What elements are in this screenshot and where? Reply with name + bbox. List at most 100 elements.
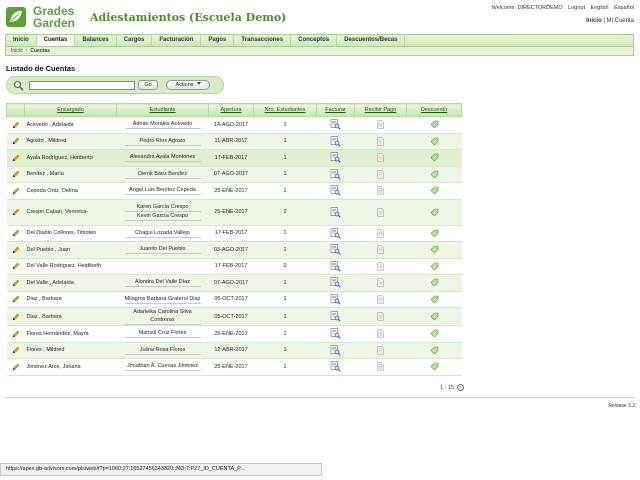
receipt-icon[interactable] bbox=[376, 153, 385, 162]
espanol-link[interactable]: Español bbox=[614, 5, 634, 11]
receipt-icon[interactable] bbox=[376, 245, 385, 254]
receipt-icon[interactable] bbox=[376, 229, 385, 238]
pencil-icon[interactable] bbox=[12, 346, 20, 354]
discount-tag-icon[interactable] bbox=[430, 346, 439, 355]
logout-link[interactable]: Logout bbox=[568, 5, 585, 11]
pencil-icon[interactable] bbox=[12, 137, 20, 145]
invoice-magnifier-icon[interactable] bbox=[330, 135, 341, 147]
student-link[interactable]: Karen García Crespo bbox=[124, 203, 201, 212]
tab-pagos[interactable]: Pagos bbox=[201, 35, 235, 46]
pencil-icon[interactable] bbox=[12, 279, 20, 287]
pencil-icon[interactable] bbox=[12, 330, 20, 338]
pencil-icon[interactable] bbox=[12, 246, 20, 254]
discount-tag-icon[interactable] bbox=[430, 208, 439, 217]
student-link[interactable]: Adarleika Carolina Silva Contreras bbox=[124, 308, 201, 325]
discount-tag-icon[interactable] bbox=[430, 186, 439, 195]
student-link[interactable]: Angel Luis Benítez Cepeda bbox=[124, 186, 201, 196]
invoice-magnifier-icon[interactable] bbox=[330, 152, 341, 163]
discount-tag-icon[interactable] bbox=[430, 278, 439, 287]
receipt-icon[interactable] bbox=[376, 278, 385, 287]
receipt-icon[interactable] bbox=[376, 186, 385, 195]
discount-tag-icon[interactable] bbox=[430, 245, 439, 254]
pencil-icon[interactable] bbox=[12, 295, 20, 303]
header-estudiante[interactable]: Estudiante bbox=[116, 103, 209, 117]
invoice-magnifier-icon[interactable] bbox=[330, 244, 341, 255]
tab-balances[interactable]: Balances bbox=[75, 35, 117, 46]
pencil-icon[interactable] bbox=[12, 154, 20, 162]
receipt-icon[interactable] bbox=[376, 362, 385, 371]
receipt-icon[interactable] bbox=[376, 295, 385, 304]
discount-tag-icon[interactable] bbox=[430, 262, 439, 271]
invoice-magnifier-icon[interactable] bbox=[330, 185, 341, 196]
student-link[interactable]: Pedro Ríos Agosto bbox=[124, 137, 201, 146]
discount-tag-icon[interactable] bbox=[430, 170, 439, 179]
go-button[interactable]: Go bbox=[138, 80, 158, 90]
logo[interactable]: Grades Garden bbox=[5, 4, 85, 32]
header-encargado[interactable]: Encargado bbox=[24, 103, 117, 117]
student-link[interactable]: Chagui Lozada Vallejo bbox=[124, 229, 201, 238]
discount-tag-icon[interactable] bbox=[430, 153, 439, 162]
invoice-magnifier-icon[interactable] bbox=[330, 361, 341, 372]
invoice-magnifier-icon[interactable] bbox=[330, 260, 341, 272]
tab-inicio[interactable]: Inicio bbox=[6, 35, 37, 46]
student-link[interactable]: Kevin García Crespo bbox=[124, 212, 201, 221]
my-account-link[interactable]: Mi Cuenta bbox=[607, 18, 634, 24]
english-link[interactable]: English bbox=[591, 5, 609, 11]
student-link[interactable]: Marisol Cruz Flores bbox=[124, 329, 201, 339]
receipt-icon[interactable] bbox=[376, 346, 385, 355]
header-descuento[interactable]: Descuento bbox=[406, 103, 462, 117]
pencil-icon[interactable] bbox=[12, 187, 20, 195]
invoice-magnifier-icon[interactable] bbox=[330, 119, 341, 130]
invoice-magnifier-icon[interactable] bbox=[330, 206, 341, 218]
tab-facturaci-n[interactable]: Facturación bbox=[152, 35, 202, 46]
student-link[interactable]: Julina Rosa Flores bbox=[124, 346, 201, 355]
student-link[interactable]: Juanito Del Pueblo bbox=[124, 245, 201, 255]
header-apertura[interactable]: Apertura bbox=[208, 103, 254, 117]
receipt-icon[interactable] bbox=[376, 262, 385, 271]
pencil-icon[interactable] bbox=[12, 262, 20, 270]
student-link[interactable]: Derrik Báez Benítez bbox=[124, 170, 201, 179]
discount-tag-icon[interactable] bbox=[430, 295, 439, 304]
discount-tag-icon[interactable] bbox=[430, 229, 439, 238]
discount-tag-icon[interactable] bbox=[430, 329, 439, 338]
pencil-icon[interactable] bbox=[12, 208, 20, 216]
student-link[interactable]: Alexandra Ayala Montones bbox=[124, 153, 201, 163]
discount-tag-icon[interactable] bbox=[430, 120, 439, 129]
invoice-magnifier-icon[interactable] bbox=[330, 328, 341, 339]
home-link[interactable]: Inicio bbox=[586, 18, 602, 24]
receipt-icon[interactable] bbox=[376, 312, 385, 321]
receipt-icon[interactable] bbox=[376, 137, 385, 146]
student-link[interactable]: Milagros Barbara Graterol Diaz bbox=[124, 295, 201, 304]
tab-conceptos[interactable]: Conceptos bbox=[291, 35, 338, 46]
actions-button[interactable]: Actions bbox=[166, 80, 210, 90]
discount-tag-icon[interactable] bbox=[430, 362, 439, 371]
invoice-magnifier-icon[interactable] bbox=[330, 311, 341, 322]
student-link[interactable]: Alondra Del Valle Díaz bbox=[124, 278, 201, 288]
tab-transacciones[interactable]: Transacciones bbox=[234, 35, 292, 46]
header-recibir-pago[interactable]: Recibir Pago bbox=[354, 103, 407, 117]
receipt-icon[interactable] bbox=[376, 120, 385, 129]
pencil-icon[interactable] bbox=[12, 363, 20, 371]
pencil-icon[interactable] bbox=[12, 121, 20, 129]
header-facturar[interactable]: Facturar bbox=[316, 103, 355, 117]
pencil-icon[interactable] bbox=[12, 229, 20, 237]
student-link[interactable]: Jonathan A. Cuevas Jiménez bbox=[124, 362, 201, 372]
breadcrumb-home[interactable]: Inicio bbox=[11, 48, 23, 54]
receipt-icon[interactable] bbox=[376, 207, 385, 217]
invoice-magnifier-icon[interactable] bbox=[330, 168, 341, 180]
invoice-magnifier-icon[interactable] bbox=[330, 344, 341, 356]
student-link[interactable]: Adrián Morales Acevedo bbox=[124, 120, 201, 130]
discount-tag-icon[interactable] bbox=[430, 312, 439, 321]
search-input[interactable] bbox=[29, 81, 135, 90]
invoice-magnifier-icon[interactable] bbox=[330, 293, 341, 305]
tab-descuentos-becas[interactable]: Descuentos/Becas bbox=[337, 35, 406, 46]
pencil-icon[interactable] bbox=[12, 313, 20, 321]
invoice-magnifier-icon[interactable] bbox=[330, 277, 341, 288]
discount-tag-icon[interactable] bbox=[430, 137, 439, 146]
receipt-icon[interactable] bbox=[376, 170, 385, 179]
header-nro-estudiantes[interactable]: Nro. Estudiantes bbox=[253, 103, 317, 117]
pencil-icon[interactable] bbox=[12, 170, 20, 178]
receipt-icon[interactable] bbox=[376, 329, 385, 338]
invoice-magnifier-icon[interactable] bbox=[330, 227, 341, 239]
tab-cuentas[interactable]: Cuentas bbox=[36, 35, 76, 46]
